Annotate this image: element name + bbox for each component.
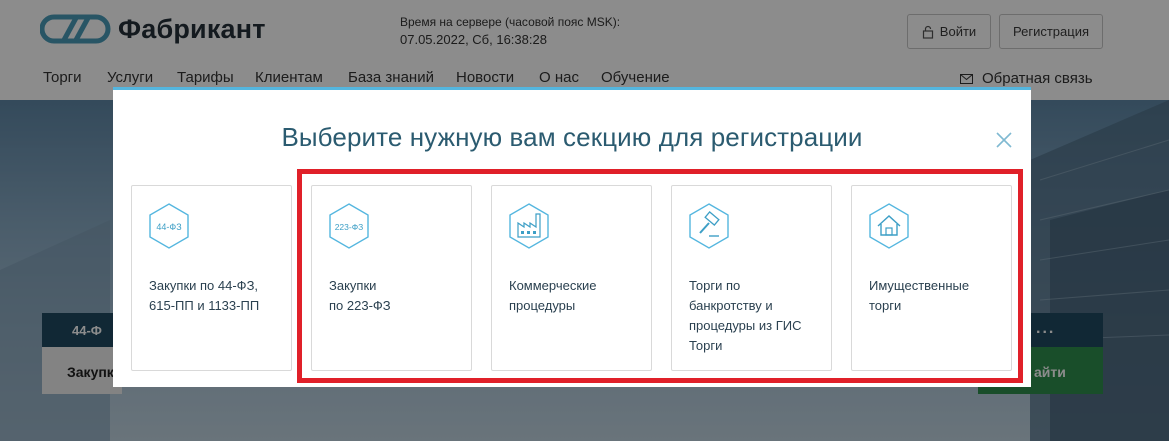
44-fz-icon-text: 44-ФЗ: [156, 222, 181, 232]
highlight-frame: [297, 169, 1023, 383]
card-label: Закупки по 44-ФЗ, 615-ПП и 1133-ПП: [149, 278, 260, 313]
close-icon[interactable]: [995, 131, 1013, 149]
modal-title: Выберите нужную вам секцию для регистрац…: [281, 122, 863, 152]
44-fz-icon: 44-ФЗ: [149, 203, 189, 249]
section-card-44fz[interactable]: 44-ФЗ Закупки по 44-ФЗ, 615-ПП и 1133-ПП: [131, 185, 292, 371]
